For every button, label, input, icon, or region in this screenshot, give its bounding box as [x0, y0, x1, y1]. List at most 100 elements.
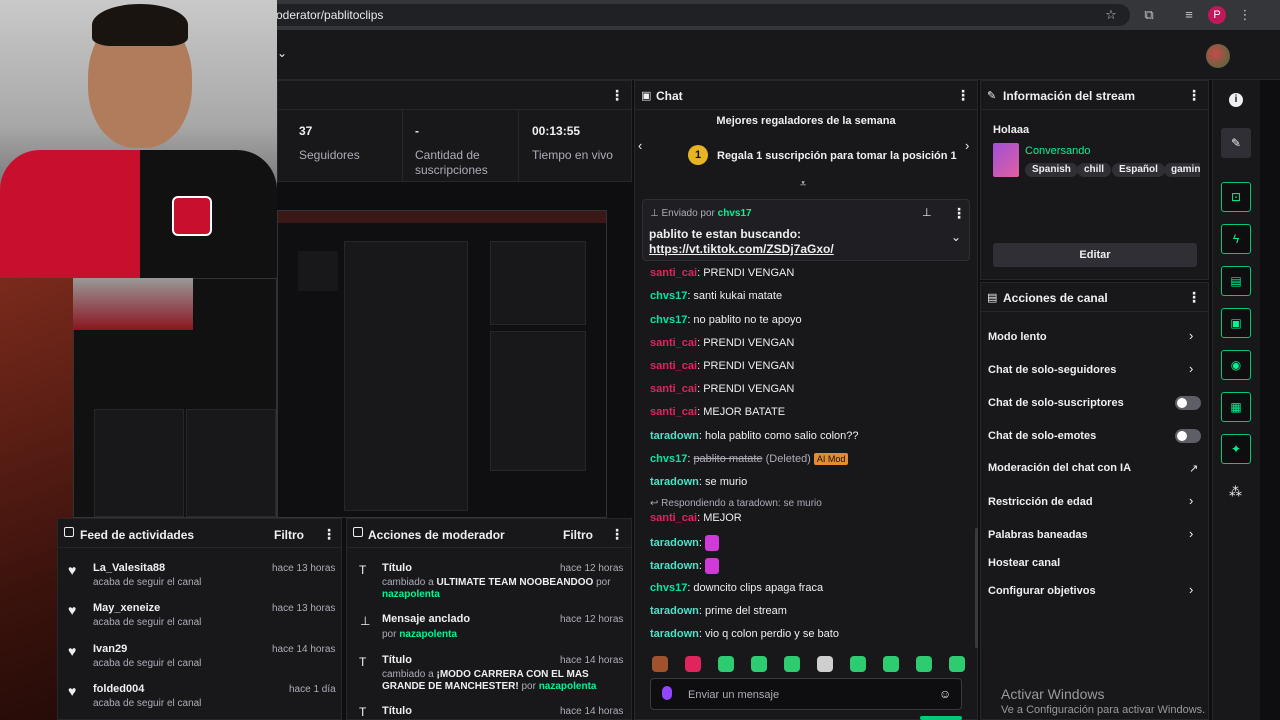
mod-actions-title: Acciones de moderador — [368, 528, 505, 542]
gifter-prompt[interactable]: Regala 1 suscripción para tomar la posic… — [717, 150, 957, 162]
edit-stream-button[interactable]: Editar — [993, 243, 1197, 267]
expand-icon[interactable]: ⩡ — [800, 178, 806, 191]
channel-actions-kebab-icon[interactable]: ⋮ — [1187, 289, 1201, 306]
stream-tag[interactable]: gamin — [1164, 163, 1200, 177]
emote-icon — [883, 656, 899, 672]
browser-menu-icon[interactable]: ⋮ — [1236, 6, 1254, 24]
feed-item-sub: acaba de seguir el canal — [93, 698, 202, 709]
feed-item-name[interactable]: Ivan29 — [93, 643, 127, 655]
action-emotes-only[interactable]: Chat de solo-emotes — [988, 430, 1096, 442]
extensions-icon[interactable]: ⧉ — [1140, 6, 1158, 24]
address-bar[interactable] — [262, 4, 1130, 26]
chat-input-placeholder: Enviar un mensaje — [688, 689, 780, 701]
recursive-preview — [277, 210, 607, 518]
action-subs-only[interactable]: Chat de solo-suscriptores — [988, 397, 1124, 409]
send-button[interactable] — [920, 716, 962, 720]
action-host-channel[interactable]: Hostear canal — [988, 557, 1060, 569]
chevron-right-icon[interactable]: › — [1189, 582, 1193, 597]
gifters-title: Mejores regaladores de la semana — [716, 115, 896, 127]
mod-item-by[interactable]: nazapolenta — [382, 589, 440, 600]
notes-icon[interactable]: ▤ — [1221, 266, 1251, 296]
chat-message-deleted: chvs17: pablito matate (Deleted) AI Mod — [650, 453, 849, 465]
pinned-kebab-icon[interactable]: ⋮ — [952, 205, 966, 222]
chevron-right-icon[interactable]: › — [1189, 361, 1193, 376]
emotes-only-toggle[interactable] — [1175, 429, 1201, 443]
action-age-restriction[interactable]: Restricción de edad — [988, 496, 1093, 508]
subs-count: - — [415, 124, 419, 138]
reading-list-icon[interactable]: ≡ — [1180, 6, 1198, 24]
mod-actions-kebab-icon[interactable]: ⋮ — [610, 526, 624, 543]
feed-item-name[interactable]: La_Valesita88 — [93, 562, 165, 574]
chevron-left-icon[interactable]: ‹ — [638, 138, 642, 153]
chat-scrollbar[interactable] — [975, 528, 978, 648]
info-icon[interactable]: i — [1229, 93, 1243, 107]
category-boxart[interactable] — [993, 143, 1019, 177]
emote-icon — [751, 656, 767, 672]
chevron-down-icon[interactable]: ⌄ — [951, 230, 961, 244]
feed-item-time: hace 13 horas — [272, 563, 336, 574]
more-actions-icon[interactable]: ⁂ — [1229, 484, 1242, 500]
mic-icon[interactable] — [662, 686, 672, 700]
mod-actions-filter[interactable]: Filtro — [563, 528, 593, 542]
chevron-right-icon[interactable]: › — [1189, 493, 1193, 508]
live-time-label: Tiempo en vivo — [532, 148, 613, 162]
user-avatar[interactable] — [1206, 44, 1230, 68]
external-link-icon[interactable]: ↗ — [1189, 462, 1198, 475]
emote-icon — [652, 656, 668, 672]
clip-icon[interactable]: ⊡ — [1221, 182, 1251, 212]
emoji-icon[interactable]: ☺ — [939, 687, 951, 701]
feed-item-sub: acaba de seguir el canal — [93, 617, 202, 628]
mod-item-time: hace 12 horas — [560, 563, 624, 574]
followers-count: 37 — [299, 124, 313, 138]
chevron-right-icon[interactable]: › — [965, 138, 969, 153]
stream-tag[interactable]: Spanish — [1025, 163, 1078, 177]
chevron-right-icon[interactable]: › — [1189, 526, 1193, 541]
lightning-icon[interactable]: ϟ — [1221, 224, 1251, 254]
chevron-right-icon[interactable]: › — [1189, 328, 1193, 343]
emote-icon — [817, 656, 833, 672]
emote-icon — [784, 656, 800, 672]
stats-kebab-icon[interactable]: ⋮ — [610, 87, 624, 104]
mod-item-time: hace 14 horas — [560, 706, 624, 717]
chevron-down-icon[interactable]: ⌄ — [277, 46, 287, 60]
pinned-link[interactable]: https://vt.tiktok.com/ZSDj7aGxo/ — [649, 242, 834, 256]
action-banned-words[interactable]: Palabras baneadas — [988, 529, 1088, 541]
chat-panel — [634, 80, 978, 720]
bookmark-star-icon[interactable]: ☆ — [1102, 6, 1120, 24]
feed-item-name[interactable]: May_xeneize — [93, 602, 160, 614]
title-change-icon: T — [359, 563, 367, 577]
chat-icon[interactable]: ▣ — [1221, 308, 1251, 338]
stream-info-kebab-icon[interactable]: ⋮ — [1187, 87, 1201, 104]
activity-feed-title: Feed de actividades — [80, 528, 195, 542]
profile-avatar[interactable]: P — [1208, 6, 1226, 24]
address-text: oderator/pablitoclips — [276, 8, 384, 22]
action-followers-only[interactable]: Chat de solo-seguidores — [988, 364, 1116, 376]
tools-icon[interactable]: ✦ — [1221, 434, 1251, 464]
subs-only-toggle[interactable] — [1175, 396, 1201, 410]
chat-header — [634, 80, 978, 110]
chat-message: santi_cai: PRENDI VENGAN — [650, 360, 795, 372]
action-slow-mode[interactable]: Modo lento — [988, 331, 1047, 343]
stream-tag[interactable]: chill — [1077, 163, 1112, 177]
emote-icon — [705, 558, 720, 574]
edit-icon[interactable]: ✎ — [1221, 128, 1251, 158]
pin-icon: ⊥ — [650, 208, 662, 219]
activity-feed-filter[interactable]: Filtro — [274, 528, 304, 542]
layout-icon[interactable]: ▦ — [1221, 392, 1251, 422]
unpin-icon[interactable]: ⊥ — [922, 206, 932, 219]
feed-item-name[interactable]: folded004 — [93, 683, 144, 695]
emote-picker-row[interactable] — [652, 656, 982, 675]
feed-item-time: hace 1 día — [289, 684, 336, 695]
reply-context: ↩ Respondiendo a taradown: se murio — [650, 498, 822, 509]
chat-kebab-icon[interactable]: ⋮ — [956, 87, 970, 104]
divider — [518, 110, 519, 182]
pin-icon: ⊥ — [360, 614, 371, 628]
chat-bubble-icon: ▣ — [641, 90, 652, 102]
stream-category[interactable]: Conversando — [1025, 145, 1090, 157]
stream-tag[interactable]: Español — [1112, 163, 1165, 177]
action-goals[interactable]: Configurar objetivos — [988, 585, 1096, 597]
channel-actions-icon: ▤ — [987, 292, 998, 304]
action-ai-moderation[interactable]: Moderación del chat con IA — [988, 462, 1131, 474]
activity-feed-kebab-icon[interactable]: ⋮ — [322, 526, 336, 543]
broadcast-icon[interactable]: ◉ — [1221, 350, 1251, 380]
